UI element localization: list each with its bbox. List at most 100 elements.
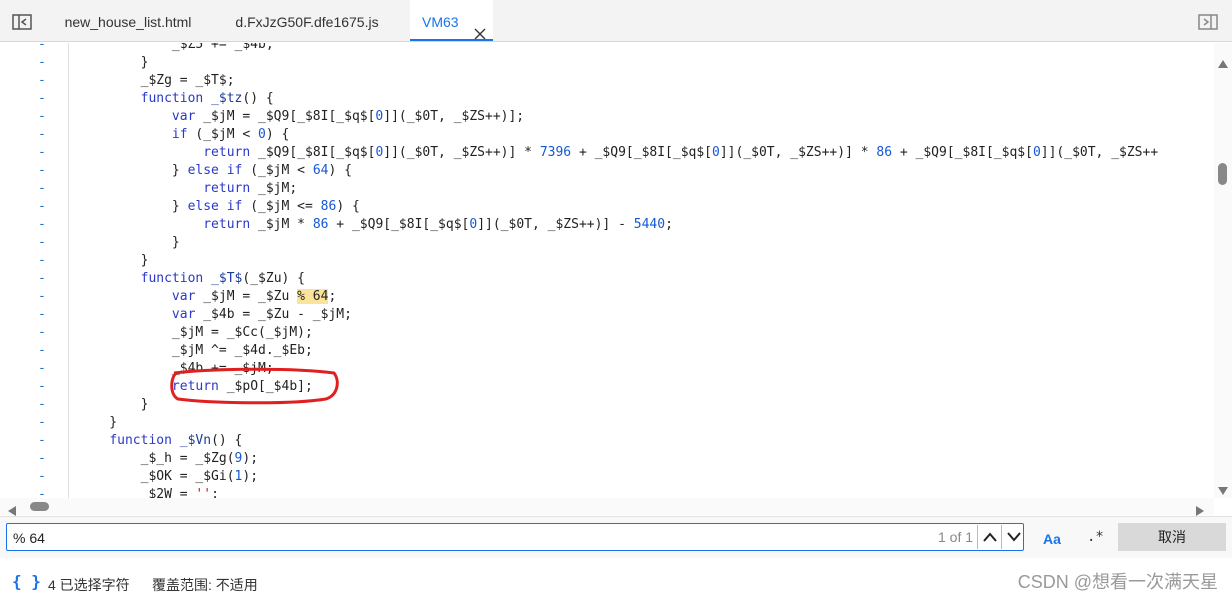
line-gutter-marker[interactable]: -	[38, 198, 48, 216]
code-token: }	[78, 55, 149, 70]
search-highlight: % 64	[297, 289, 329, 304]
code-token: return	[203, 217, 251, 232]
line-gutter-marker[interactable]: -	[38, 72, 48, 90]
line-gutter-marker[interactable]: -	[38, 252, 48, 270]
line-gutter-marker[interactable]: -	[38, 162, 48, 180]
line-gutter-marker[interactable]: -	[38, 360, 48, 378]
tab-new-house-list[interactable]: new_house_list.html	[48, 0, 208, 41]
line-gutter-marker[interactable]: -	[38, 216, 48, 234]
code-line: - _$Z5 += _$4b;	[0, 43, 1214, 54]
code-text: _$2W = '';	[78, 486, 219, 498]
line-gutter-marker[interactable]: -	[38, 180, 48, 198]
chevron-up-icon	[982, 532, 997, 542]
code-token: 0	[712, 145, 720, 160]
code-token: return	[203, 145, 251, 160]
cancel-button[interactable]: 取消	[1118, 523, 1226, 551]
line-gutter-marker[interactable]: -	[38, 234, 48, 252]
code-token: _$2W =	[78, 487, 196, 498]
code-token: _$jM;	[250, 181, 298, 196]
next-match-button[interactable]	[1001, 525, 1025, 549]
code-text: if (_$jM < 0) {	[78, 126, 289, 144]
tab-label: new_house_list.html	[64, 14, 192, 30]
code-token: 7396	[539, 145, 572, 160]
code-token: ) {	[336, 199, 360, 214]
line-gutter-marker[interactable]: -	[38, 432, 48, 450]
code-token: function	[140, 91, 204, 106]
line-gutter-marker[interactable]: -	[38, 468, 48, 486]
code-token: _$Vn	[179, 433, 212, 448]
line-gutter-marker[interactable]: -	[38, 108, 48, 126]
code-token: var	[171, 289, 196, 304]
line-gutter-marker[interactable]: -	[38, 324, 48, 342]
line-gutter-marker[interactable]: -	[38, 54, 48, 72]
tab-vm63[interactable]: VM63	[410, 0, 493, 41]
vertical-scrollbar[interactable]	[1214, 43, 1232, 498]
toggle-navigator-icon[interactable]	[12, 14, 32, 30]
scroll-up-icon[interactable]	[1218, 53, 1228, 72]
horizontal-scroll-thumb[interactable]	[30, 502, 49, 511]
code-token: (_$Zu) {	[242, 271, 306, 286]
code-token: ;	[211, 487, 219, 498]
code-token: ;	[665, 217, 673, 232]
code-token: return	[203, 181, 251, 196]
match-case-button[interactable]: Aa	[1043, 531, 1061, 547]
code-editor[interactable]: - _$Z5 += _$4b; - } - _$Zg = _$T$; - functi…	[0, 43, 1232, 498]
horizontal-scrollbar[interactable]	[0, 498, 1214, 516]
code-text: function _$T$(_$Zu) {	[78, 270, 305, 288]
code-line: - function _$tz() {	[0, 90, 1214, 108]
tab-dfe-js[interactable]: d.FxJzG50F.dfe1675.js	[222, 0, 392, 41]
toggle-debugger-icon[interactable]	[1198, 14, 1218, 30]
code-line: - return _$jM * 86 + _$Q9[_$8I[_$q$[0]](…	[0, 216, 1214, 234]
search-input-box[interactable]: 1 of 1	[6, 523, 1024, 551]
code-token: 64	[312, 163, 329, 178]
line-gutter-marker[interactable]: -	[38, 414, 48, 432]
search-input[interactable]	[11, 527, 915, 549]
code-token: 0	[1032, 145, 1041, 160]
vertical-scroll-thumb[interactable]	[1218, 163, 1227, 185]
code-line: - var _$4b = _$Zu - _$jM;	[0, 306, 1214, 324]
match-count: 1 of 1	[938, 529, 974, 545]
line-gutter-marker[interactable]: -	[38, 306, 48, 324]
code-token: + _$Q9[_$8I[_$q$[	[571, 145, 713, 160]
line-gutter-marker[interactable]: -	[38, 450, 48, 468]
line-gutter-marker[interactable]: -	[38, 378, 48, 396]
line-gutter-marker[interactable]: -	[38, 486, 48, 498]
previous-match-button[interactable]	[977, 525, 1001, 549]
code-text: }	[78, 414, 117, 432]
code-token: () {	[242, 91, 274, 106]
line-gutter-marker[interactable]: -	[38, 396, 48, 414]
code-text: return _$jM * 86 + _$Q9[_$8I[_$q$[0]](_$…	[78, 216, 673, 234]
code-token: _$T$	[211, 271, 243, 286]
coverage-status: 覆盖范围: 不适用	[152, 577, 258, 593]
code-line: - }	[0, 252, 1214, 270]
line-gutter-marker[interactable]: -	[38, 342, 48, 360]
line-gutter-marker[interactable]: -	[38, 90, 48, 108]
code-line: - }	[0, 54, 1214, 72]
code-token: (_$jM <	[187, 127, 259, 142]
regex-button[interactable]: .*	[1087, 529, 1104, 545]
code-token: function	[109, 433, 172, 448]
code-token: }	[78, 415, 118, 430]
code-token: 5440	[633, 217, 666, 232]
pretty-print-button[interactable]: { }	[12, 572, 41, 591]
code-text: }	[78, 252, 149, 270]
line-gutter-marker[interactable]: -	[38, 126, 48, 144]
code-token: _$jM ^= _$4d._$Eb;	[78, 343, 313, 358]
code-token: _$4b = _$Zu - _$jM;	[195, 307, 352, 322]
line-gutter-marker[interactable]: -	[38, 43, 48, 54]
close-icon[interactable]	[473, 14, 487, 40]
line-gutter-marker[interactable]: -	[38, 144, 48, 162]
scroll-down-icon[interactable]	[1218, 480, 1228, 499]
line-gutter-marker[interactable]: -	[38, 288, 48, 306]
code-token: _$Zg = _$T$;	[78, 73, 235, 88]
code-line: - return _$Q9[_$8I[_$q$[0]](_$0T, _$ZS++…	[0, 144, 1214, 162]
code-token: }	[78, 199, 188, 214]
code-line: - function _$Vn() {	[0, 432, 1214, 450]
line-gutter-marker[interactable]: -	[38, 270, 48, 288]
